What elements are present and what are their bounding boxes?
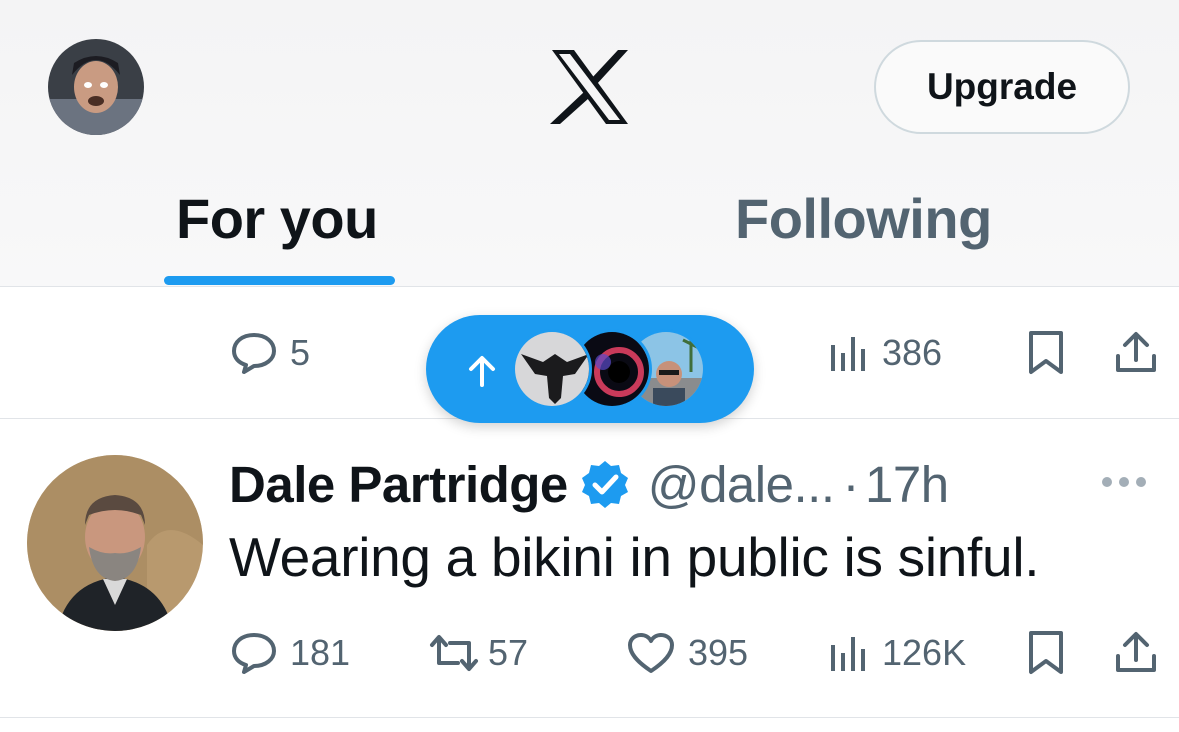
bookmark-button[interactable] bbox=[1026, 618, 1066, 688]
reply-icon bbox=[232, 333, 276, 374]
divider bbox=[0, 717, 1179, 718]
tweet-text: Wearing a bikini in public is sinful. bbox=[229, 526, 1040, 588]
tab-following[interactable]: Following bbox=[735, 186, 992, 251]
reply-icon bbox=[232, 633, 276, 674]
views-icon bbox=[831, 637, 865, 671]
arrow-up-icon bbox=[469, 356, 495, 387]
like-count: 395 bbox=[688, 632, 749, 673]
share-button[interactable] bbox=[1113, 318, 1159, 388]
views-button[interactable]: 386 bbox=[828, 318, 942, 388]
views-button[interactable]: 126K bbox=[828, 618, 966, 688]
share-icon bbox=[1116, 332, 1156, 372]
author-avatar[interactable] bbox=[27, 455, 203, 631]
verified-badge-icon bbox=[581, 461, 628, 508]
reply-count: 5 bbox=[290, 332, 311, 373]
heart-icon bbox=[628, 633, 674, 673]
repost-button[interactable]: 57 bbox=[426, 618, 528, 688]
repost-count: 57 bbox=[488, 632, 529, 673]
share-button[interactable] bbox=[1113, 618, 1159, 688]
tweet-header: Dale Partridge @dale... · 17h bbox=[229, 449, 949, 519]
author-handle[interactable]: @dale... bbox=[648, 455, 835, 514]
bookmark-button[interactable] bbox=[1026, 318, 1066, 388]
repost-icon bbox=[430, 635, 478, 671]
tab-for-you[interactable]: For you bbox=[176, 186, 378, 251]
views-icon bbox=[831, 337, 865, 371]
top-bar: Upgrade For you Following bbox=[0, 0, 1179, 287]
profile-avatar[interactable] bbox=[48, 39, 144, 135]
reply-button[interactable]: 5 bbox=[230, 318, 310, 388]
reply-button[interactable]: 181 bbox=[230, 618, 350, 688]
like-button[interactable]: 395 bbox=[626, 618, 748, 688]
share-icon bbox=[1116, 632, 1156, 672]
bookmark-icon bbox=[1029, 631, 1063, 674]
views-count: 126K bbox=[882, 632, 967, 673]
active-tab-indicator bbox=[164, 276, 395, 285]
upgrade-button[interactable]: Upgrade bbox=[874, 40, 1130, 134]
bookmark-icon bbox=[1029, 331, 1063, 374]
views-count: 386 bbox=[882, 332, 943, 373]
tweet-time[interactable]: 17h bbox=[865, 455, 949, 514]
author-name[interactable]: Dale Partridge bbox=[229, 455, 568, 514]
more-options-icon[interactable] bbox=[1100, 470, 1148, 494]
eagle-avatar bbox=[512, 329, 592, 409]
dot-separator: · bbox=[842, 455, 860, 513]
x-logo-icon[interactable] bbox=[548, 48, 632, 126]
reply-count: 181 bbox=[290, 632, 351, 673]
tweet-actions: 181 57 395 126K bbox=[0, 618, 1179, 688]
